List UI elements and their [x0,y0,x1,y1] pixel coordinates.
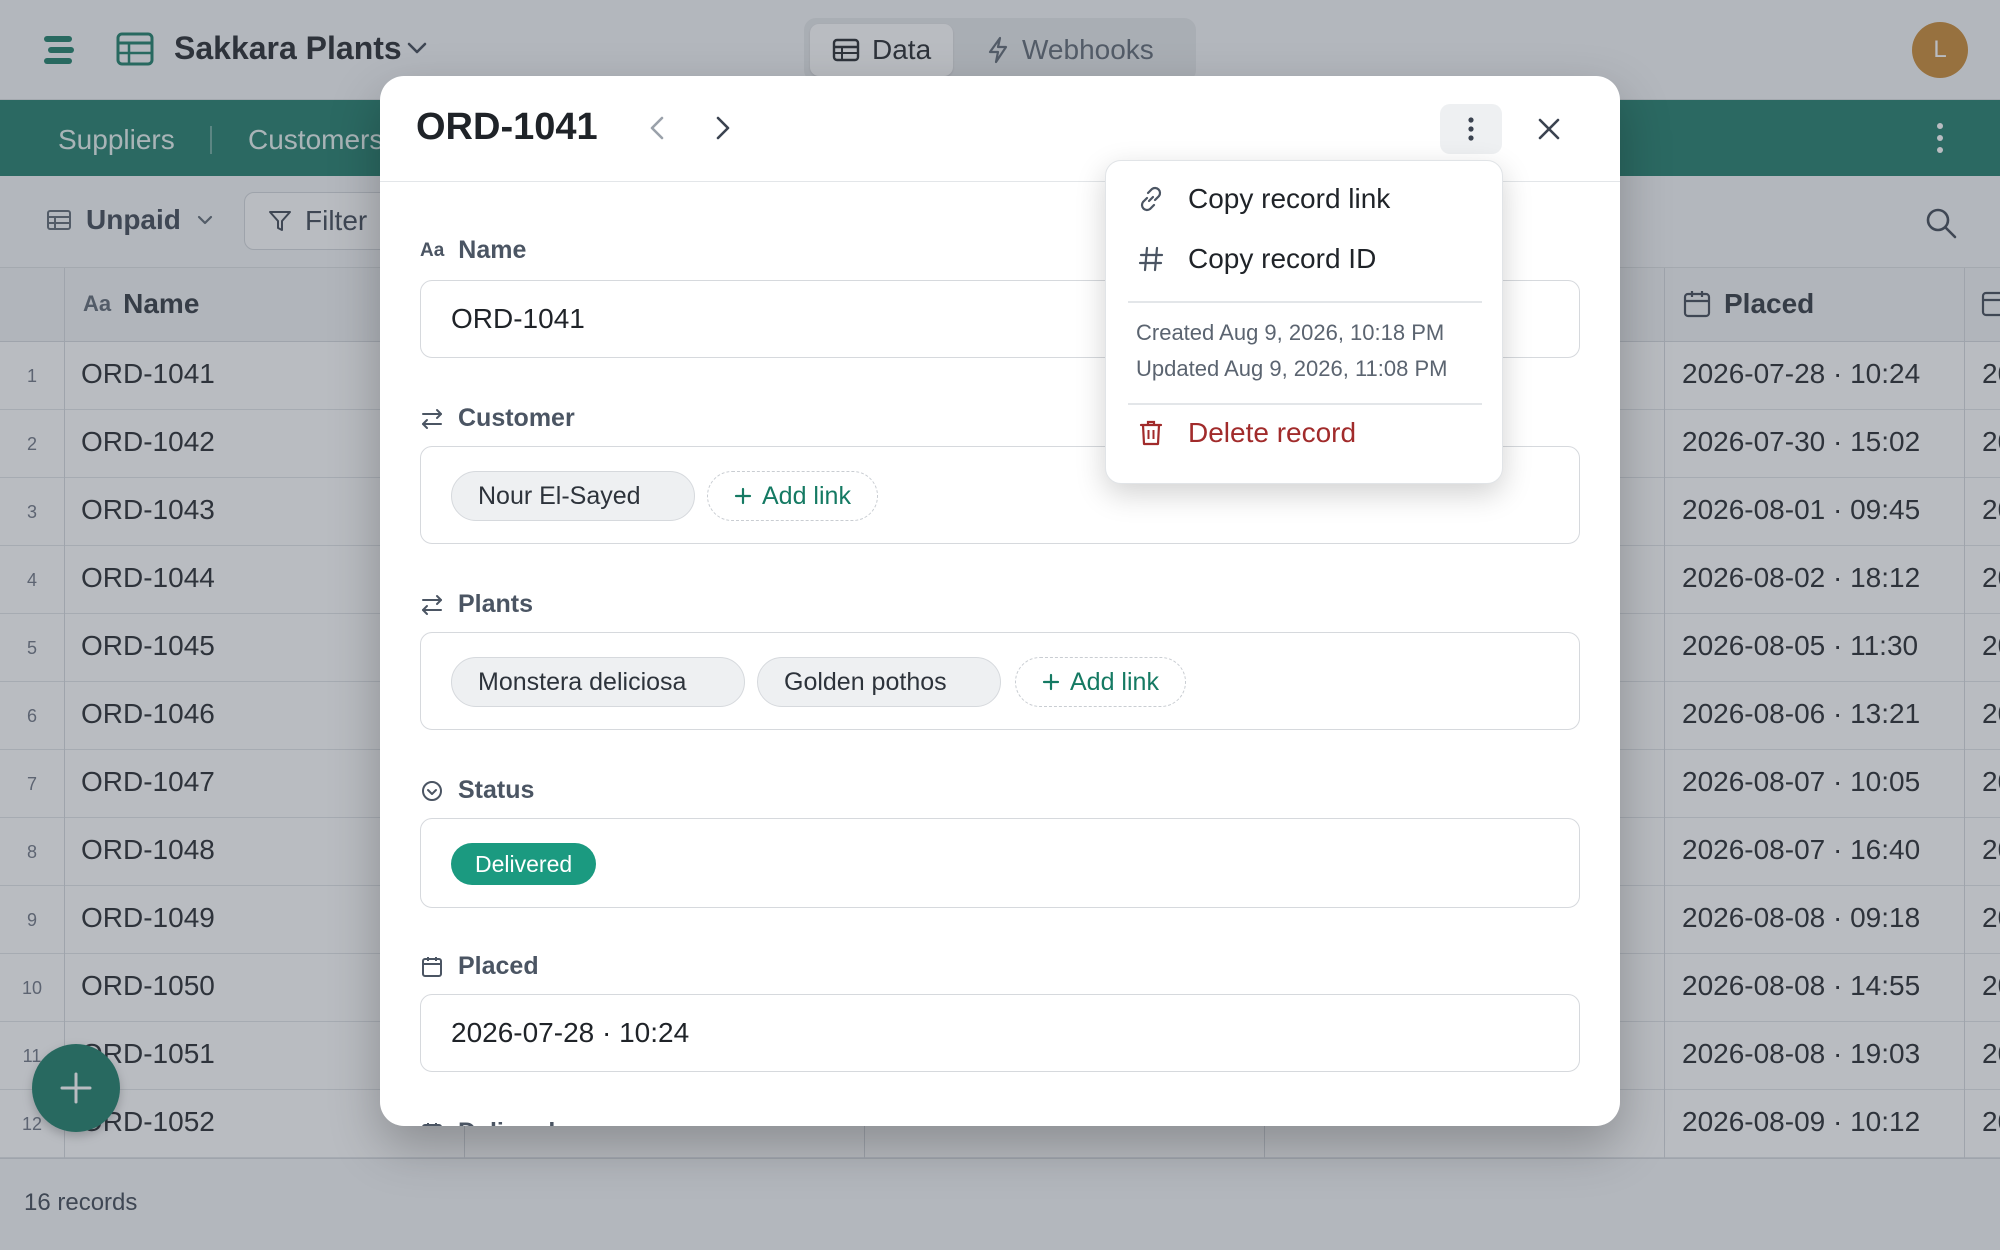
record-more-button[interactable] [1440,104,1502,154]
linked-record-chip[interactable]: Golden pothos [757,657,1001,707]
record-updated-meta: Updated Aug 9, 2026, 11:08 PM [1136,356,1448,381]
plants-field: Monstera deliciosa Golden pothos Add lin… [420,632,1580,730]
placed-value: 2026-07-28 · 10:24 [451,1017,690,1048]
placed-field[interactable]: 2026-07-28 · 10:24 [420,994,1580,1072]
status-badge: Delivered [451,843,597,885]
menu-item-label: Copy record ID [1188,243,1377,274]
field-label-customer: Customer [420,404,575,433]
chevron-right-icon[interactable] [706,112,738,144]
field-label-text: Placed [458,952,539,980]
hash-icon [1136,244,1166,274]
add-link-label: Add link [1070,667,1159,696]
linked-record-chip[interactable]: Nour El-Sayed [451,471,695,521]
calendar-icon [420,1121,444,1126]
menu-item-copy-link[interactable]: Copy record link [1136,183,1390,215]
field-label-text: Status [458,776,535,804]
calendar-icon [420,955,444,979]
field-label-placed: Placed [420,952,539,981]
field-label-text: Deliver by [458,1118,578,1126]
trash-icon [1136,418,1166,448]
menu-divider [1128,403,1482,405]
field-label-text: Name [458,236,527,264]
menu-item-copy-id[interactable]: Copy record ID [1136,243,1376,275]
status-field[interactable]: Delivered [420,818,1580,908]
field-label-text: Customer [458,404,575,432]
menu-item-label: Copy record link [1188,183,1391,214]
record-created-meta: Created Aug 9, 2026, 10:18 PM [1136,320,1445,345]
text-field-icon: Aa [420,239,445,261]
record-title: ORD-1041 [416,106,598,148]
name-value: ORD-1041 [451,303,585,334]
field-label-name: Aa Name [420,236,526,265]
close-icon[interactable] [1532,112,1566,146]
chevron-left-icon[interactable] [642,112,674,144]
linked-record-chip[interactable]: Monstera deliciosa [451,657,745,707]
add-link-label: Add link [762,481,851,510]
link-arrows-icon [420,407,444,431]
link-icon [1136,184,1166,214]
plus-icon [1042,673,1060,691]
menu-divider [1128,301,1482,303]
menu-item-delete[interactable]: Delete record [1136,417,1356,449]
link-arrows-icon [420,593,444,617]
field-label-text: Plants [458,590,534,618]
add-link-button[interactable]: Add link [707,471,878,521]
record-actions-menu: Copy record link Copy record ID Created … [1105,160,1503,484]
field-label-status: Status [420,776,534,805]
status-circle-icon [420,779,444,803]
plus-icon [734,487,752,505]
more-vertical-icon [1466,114,1476,144]
add-link-button[interactable]: Add link [1015,657,1186,707]
field-label-plants: Plants [420,590,533,619]
menu-item-label: Delete record [1188,417,1357,448]
field-label-deliver-by: Deliver by [420,1118,578,1126]
